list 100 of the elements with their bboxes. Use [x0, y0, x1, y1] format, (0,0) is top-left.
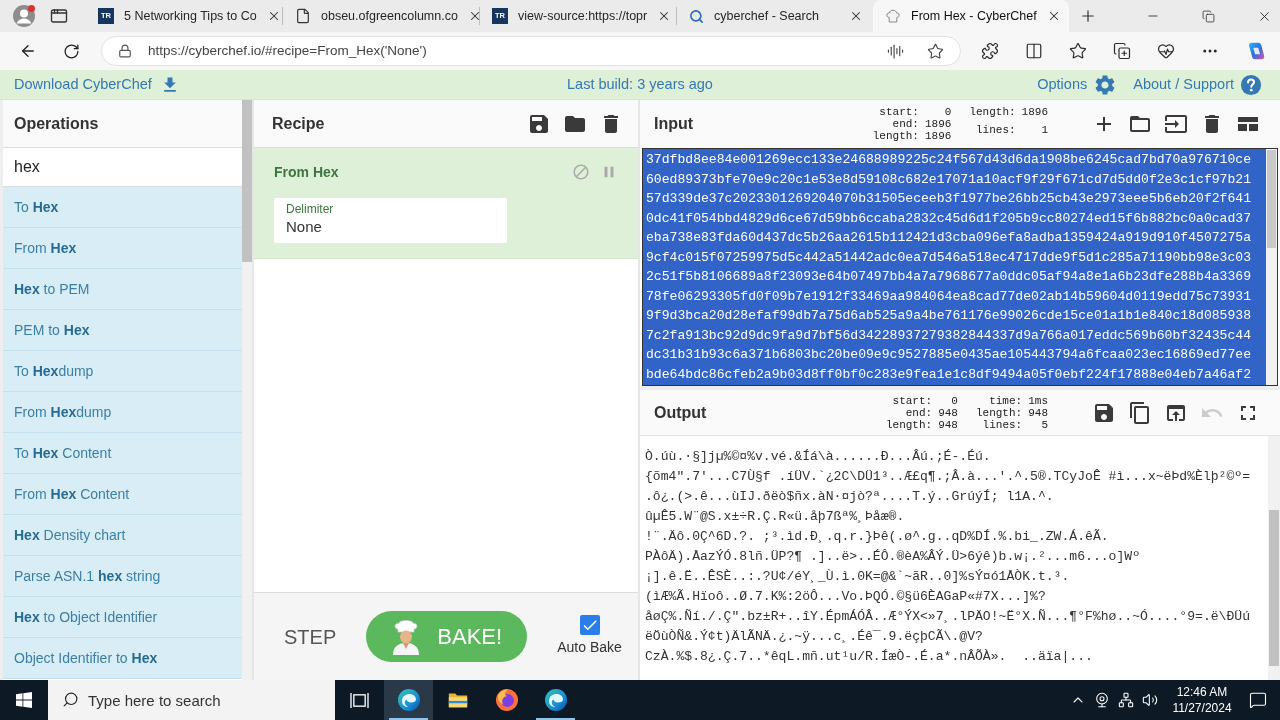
swirl-icon [543, 688, 568, 712]
step-button[interactable]: STEP [284, 621, 337, 652]
download-link[interactable]: Download CyberChef [14, 73, 180, 96]
audio-lines-icon[interactable] [887, 42, 904, 60]
bake-button[interactable]: BAKE! [366, 611, 528, 662]
restore-icon[interactable] [1202, 9, 1215, 23]
operation-item[interactable]: From Hex [3, 228, 242, 269]
output-line: {õm4".7'...C7Ù§f .íÜV.`¿2C\DÜ1³..Æ£q¶.;Â.à...'.^.5®.TCyJoÊ #ì...x~ëÞd%Èlþ²©º= [645, 468, 1251, 486]
stat-value: 1896 [1021, 106, 1048, 120]
operation-title: From Hex [274, 162, 339, 182]
stat-value: 1896 [924, 118, 952, 130]
options-link[interactable]: Options [1037, 72, 1118, 97]
arrow-into-box-icon[interactable] [1164, 112, 1188, 136]
operation-item[interactable]: To Hex Content [3, 433, 242, 474]
browser-tab[interactable]: obseu.ofgreencolumn.co [283, 0, 479, 32]
copy-plus-icon[interactable] [1113, 42, 1131, 60]
output-line: .ô¿.(>.ê...ùIJ.ðëò$ñx.àN·¤jò?ª....T.ý..GrúýÍ; l1A.^. [645, 488, 1054, 506]
output-line: ëÖùÒÑ&.Ý¢t)ÄlÃNÄ.¿.~ÿ...c¸.Éê¯.9.ëçþCÃ\.@V? [645, 628, 983, 646]
operation-item[interactable]: To Hex [3, 187, 242, 228]
stat-value: 1 [1040, 124, 1048, 138]
task-view-icon[interactable] [350, 691, 369, 709]
panel-title: Input [654, 114, 694, 134]
document-icon [295, 8, 311, 24]
about-support-link[interactable]: About / Support [1133, 73, 1262, 96]
stat-value: 948 [938, 406, 958, 419]
output-line: ûµÊ5.W¨@S.x±÷R.Ç.R«ü.åþ7ßª%¸Þåæ®. [645, 508, 905, 526]
output-line: ¡].ê.Ë..ÊSÈ..:.?U¢/éY¸_Ù.ì.0K=@&`~ãR..0]%sÝ¤ó1ÅÒK.t.³. [645, 568, 1070, 586]
tab-actions-icon[interactable] [50, 7, 68, 25]
panel-title: Output [654, 402, 707, 423]
stat-label: end: [904, 406, 933, 419]
close-icon[interactable] [849, 9, 863, 23]
volume-icon[interactable] [1142, 692, 1158, 708]
stat-label: length: [975, 406, 1023, 419]
stat-label: length: [885, 418, 933, 431]
taskbar-app[interactable] [384, 680, 433, 720]
checkbox-label: Auto Bake [557, 638, 622, 657]
start-icon[interactable] [16, 692, 32, 708]
operation-item[interactable]: From Hex Content [3, 474, 242, 515]
panel-title: Recipe [272, 113, 325, 134]
stat-label: end: [891, 118, 919, 130]
browser-tab[interactable]: From Hex - CyberChef [873, 0, 1069, 32]
operation-item[interactable]: Hex Density chart [3, 515, 242, 556]
help-icon [1240, 73, 1262, 96]
copy-icon[interactable] [1128, 400, 1152, 425]
chef-icon [391, 618, 422, 655]
scrollbar-thumb[interactable] [242, 100, 252, 262]
swirl-icon [396, 688, 421, 712]
search-icon [62, 691, 79, 708]
stat-label: lines: [981, 418, 1023, 431]
operation-item[interactable]: From Hexdump [3, 392, 242, 433]
output-line: CzÀ.%$.8¿.Ç.7..*êqL.mñ.ut¹u/R.ÍæÒ-.É.a*.nÂÕÀ». ..äïa|... [645, 648, 1093, 666]
heart-pulse-icon[interactable] [1157, 42, 1175, 60]
stat-label: start: [878, 106, 919, 118]
stat-label: length: [969, 106, 1016, 120]
last-build-text: Last build: 3 years ago [567, 74, 713, 94]
panel-title: Operations [14, 113, 99, 134]
output-line: (ìÆ%Ã.Hïoô..Ø.7.K%:2öÔ...Vo.ÞQÓ.©§ü6ÈAGaP«#7X...]%? [645, 588, 1046, 606]
stat-label: start: [891, 394, 933, 407]
stat-value: 1896 [924, 130, 952, 142]
search-field[interactable]: Type here to search [48, 680, 335, 720]
output-line: Ò.úù.·§]jµ%©¤%v.vé.&Íá\à......Ð...Âú.;É-.Éú. [645, 448, 991, 466]
field-label: Delimiter [286, 202, 334, 216]
output-line: PÀôÄ).ÅazÝÓ.8lñ.ÜP?¶ .]..ë>..ÉÔ.®èA%ÂÝ.Ü>6ýê)b.w¡.²...m6...o]Wº [645, 548, 1141, 566]
stat-label: length: [872, 130, 919, 142]
checkbox[interactable] [579, 615, 600, 635]
clock[interactable]: 12:46 AM 11/27/2024 [1168, 684, 1236, 716]
split-screen-icon[interactable] [1025, 42, 1043, 60]
lock-icon [118, 44, 132, 58]
stat-value: 948 [938, 418, 958, 431]
operation-item[interactable]: Parse ASN.1 hex string [3, 556, 242, 597]
star-icon[interactable] [1069, 42, 1087, 60]
operation-item[interactable]: Object Identifier to Hex [3, 638, 242, 679]
notification-icon[interactable] [1249, 691, 1267, 709]
stat-value: 948 [1028, 406, 1048, 419]
stat-value: 0 [950, 394, 958, 407]
chef-hat-icon [885, 8, 901, 24]
new-tab-icon[interactable] [1079, 7, 1097, 25]
search-icon [689, 8, 704, 24]
operation-item[interactable]: To Hexdump [3, 351, 242, 392]
camera-icon[interactable] [1094, 692, 1110, 708]
stat-label: lines: [975, 124, 1016, 138]
network-icon[interactable] [1118, 692, 1134, 708]
globe-icon [494, 688, 519, 712]
stat-value: 5 [1040, 418, 1048, 431]
browser-tab[interactable]: cyberchef - Search [677, 0, 873, 32]
stat-value: 1ms [1028, 394, 1048, 407]
operation-item[interactable]: PEM to Hex [3, 310, 242, 351]
refresh-icon[interactable] [63, 42, 80, 60]
stat-value: 0 [943, 106, 952, 118]
profile-avatar-icon[interactable] [12, 4, 36, 28]
output-line: !¨.Äô.0Ç^6D.?. ;³.ìd.Ð¸.q.r.}Þê(.ø^.g..qD%DÍ.%.bi_.ZW.Á.êÃ. [645, 528, 1109, 546]
operation-item[interactable]: Hex to PEM [3, 269, 242, 310]
star-icon[interactable] [927, 42, 944, 60]
delimiter-field[interactable]: Delimiter None [274, 198, 507, 243]
puzzle-icon[interactable] [981, 42, 999, 60]
address-bar[interactable]: https://cyberchef.io/#recipe=From_Hex('None') [101, 36, 961, 66]
scrollbar-thumb[interactable] [1269, 510, 1279, 666]
operation-item[interactable]: Hex to Object Identifier [3, 597, 242, 638]
stat-label: time: [988, 394, 1023, 407]
back-icon[interactable] [19, 42, 37, 60]
